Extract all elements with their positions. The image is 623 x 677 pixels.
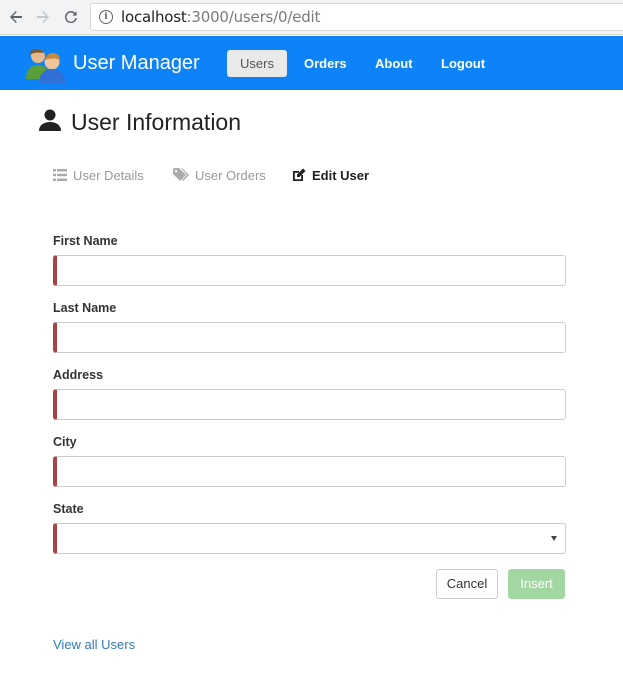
insert-button[interactable]: Insert [508,569,565,599]
city-input[interactable] [53,456,566,487]
address-bar[interactable]: i localhost:3000/users/0/edit [90,3,623,31]
user-icon [38,108,62,137]
users-logo-icon [25,45,67,83]
address-label: Address [53,368,104,382]
app-navbar: User Manager Users Orders About Logout [0,36,623,90]
list-icon [53,169,67,181]
url-text: localhost:3000/users/0/edit [121,8,321,26]
tab-edit-user[interactable]: Edit User [292,165,369,185]
page-title: User Information [71,109,242,135]
city-label: City [53,435,77,449]
nav-users[interactable]: Users [227,50,287,77]
tab-user-orders[interactable]: User Orders [173,165,266,185]
first-name-input[interactable] [53,255,566,286]
browser-toolbar: i localhost:3000/users/0/edit [0,0,623,35]
edit-icon [292,168,306,182]
tags-icon [173,168,189,182]
tab-label: User Orders [195,167,266,183]
info-icon[interactable]: i [99,10,113,24]
state-select[interactable] [53,523,566,554]
brand[interactable]: User Manager [25,45,200,83]
back-icon[interactable] [5,6,27,28]
nav-logout[interactable]: Logout [428,50,498,77]
tab-label: Edit User [312,167,370,183]
reload-icon[interactable] [60,6,82,28]
tab-user-details[interactable]: User Details [53,165,144,185]
tab-label: User Details [73,167,144,183]
cancel-button[interactable]: Cancel [436,569,498,599]
brand-title: User Manager [73,51,200,74]
address-input[interactable] [53,389,566,420]
nav-orders[interactable]: Orders [291,50,360,77]
state-label: State [53,502,84,516]
last-name-label: Last Name [53,301,117,315]
caret-down-icon [551,536,557,541]
forward-icon[interactable] [32,6,54,28]
view-all-users-link[interactable]: View all Users [53,637,135,652]
last-name-input[interactable] [53,322,566,353]
page-heading: User Information [38,108,241,137]
first-name-label: First Name [53,234,118,248]
nav-about[interactable]: About [362,50,426,77]
